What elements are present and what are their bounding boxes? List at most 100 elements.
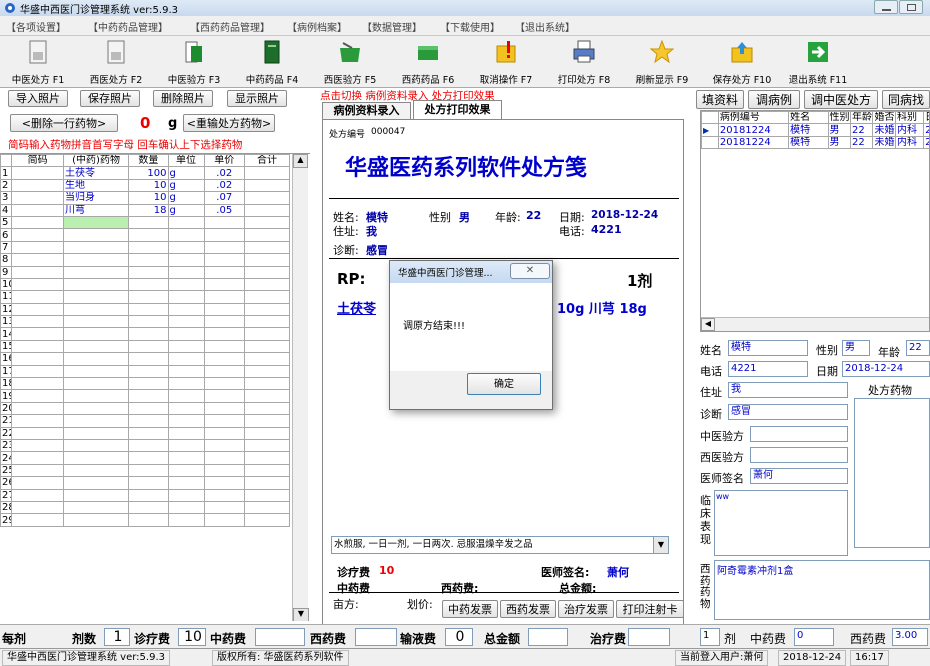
grid-cell[interactable]: [203, 401, 245, 416]
grid-cell[interactable]: [203, 290, 245, 304]
load-case-button[interactable]: 调病例: [748, 90, 800, 109]
table-row[interactable]: 3 当归身 10 g .07: [0, 191, 291, 205]
grid-cell[interactable]: [11, 265, 64, 279]
table-row[interactable]: 28: [0, 500, 291, 515]
grid-cell[interactable]: [243, 302, 291, 317]
grid-cell[interactable]: 10: [128, 191, 169, 205]
grid-cell[interactable]: [128, 426, 169, 441]
grid-cell[interactable]: [167, 451, 205, 465]
table-row[interactable]: 12: [0, 302, 291, 317]
menu-wm-drugs[interactable]: 【西药药品管理】: [190, 19, 270, 34]
grid-cell[interactable]: [128, 513, 169, 527]
toolbar-refresh[interactable]: 刷新显示 F9: [626, 36, 698, 88]
grid-cell[interactable]: [11, 451, 64, 465]
delete-photo-button[interactable]: 删除照片: [153, 90, 213, 107]
table-row[interactable]: 20181224 模特 男 22 未婚 内科 20: [701, 135, 929, 150]
menu-case-archive[interactable]: 【病例档案】: [287, 19, 347, 34]
grid-cell[interactable]: [167, 426, 205, 441]
diagnosis-field[interactable]: 感冒: [728, 404, 848, 420]
grid-cell[interactable]: [128, 215, 169, 230]
grid-cell[interactable]: [243, 377, 291, 391]
grid-cell[interactable]: [167, 277, 205, 292]
grid-cell[interactable]: [243, 414, 291, 428]
grid-cell[interactable]: 18: [128, 203, 169, 217]
grid-cell[interactable]: [203, 315, 245, 329]
grid-cell[interactable]: [167, 463, 205, 478]
grid-cell[interactable]: [62, 377, 130, 391]
grid-cell[interactable]: [203, 476, 245, 490]
grid-cell[interactable]: [243, 463, 291, 478]
grid-cell[interactable]: [11, 240, 64, 255]
grid-cell[interactable]: [243, 339, 291, 354]
grid-cell[interactable]: [11, 414, 64, 428]
right-wm-fee-field[interactable]: 3.00: [892, 628, 928, 646]
grid-cell[interactable]: [128, 265, 169, 279]
grid-cell[interactable]: [167, 339, 205, 354]
show-photo-button[interactable]: 显示照片: [227, 90, 287, 107]
rx-drugs-box[interactable]: [854, 398, 930, 548]
grid-cell[interactable]: g: [167, 166, 205, 180]
minimize-button[interactable]: [874, 0, 898, 14]
grid-cell[interactable]: [243, 389, 291, 403]
grid-cell[interactable]: [11, 364, 64, 379]
grid-cell[interactable]: [243, 228, 291, 242]
grid-cell[interactable]: [128, 315, 169, 329]
grid-cell[interactable]: [203, 339, 245, 354]
table-row[interactable]: 19: [0, 389, 291, 403]
toolbar-print[interactable]: 打印处方 F8: [548, 36, 620, 88]
grid-cell[interactable]: [62, 401, 130, 416]
table-row[interactable]: 29: [0, 513, 291, 527]
toolbar-wm-drugs[interactable]: 西药药品 F6: [392, 36, 464, 88]
table-row[interactable]: 8: [0, 253, 291, 267]
chevron-down-icon[interactable]: ▼: [653, 537, 668, 553]
grid-cell[interactable]: [11, 178, 64, 193]
grid-cell[interactable]: 当归身: [62, 191, 130, 205]
grid-cell[interactable]: [62, 488, 130, 502]
grid-cell[interactable]: [11, 327, 64, 341]
grid-cell[interactable]: [128, 339, 169, 354]
grid-cell[interactable]: 生地: [62, 178, 130, 193]
grid-cell[interactable]: [203, 352, 245, 366]
grid-cell[interactable]: .07: [203, 191, 245, 205]
grid-cell[interactable]: [167, 414, 205, 428]
grid-cell[interactable]: [243, 315, 291, 329]
toolbar-exit[interactable]: 退出系统 F11: [782, 36, 854, 88]
grid-cell[interactable]: [167, 438, 205, 453]
grid-cell[interactable]: [128, 277, 169, 292]
grid-cell[interactable]: .02: [203, 178, 245, 193]
toolbar-cancel[interactable]: 取消操作 F7: [470, 36, 542, 88]
tab-case-entry[interactable]: 病例资料录入: [322, 102, 411, 119]
grid-cell[interactable]: [167, 228, 205, 242]
wm-drugs-box[interactable]: 阿奇霉素冲剂1盒: [714, 560, 930, 620]
case-table[interactable]: 病例编号 姓名 性别 年龄 婚否 科别 日 ▶ 20181224 模特 男 22…: [701, 111, 929, 150]
grid-cell[interactable]: [11, 339, 64, 354]
grid-cell[interactable]: [11, 215, 64, 230]
menu-download[interactable]: 【下载使用】: [440, 19, 500, 34]
grid-cell[interactable]: [243, 364, 291, 379]
grid-cell[interactable]: [243, 438, 291, 453]
grid-cell[interactable]: [128, 228, 169, 242]
grid-cell[interactable]: [203, 277, 245, 292]
grid-cell[interactable]: [62, 277, 130, 292]
fill-info-button[interactable]: 填资料: [696, 90, 744, 109]
grid-cell[interactable]: [203, 364, 245, 379]
patient-date-field[interactable]: 2018-12-24: [842, 361, 930, 377]
table-row[interactable]: 26: [0, 476, 291, 490]
grid-cell[interactable]: [11, 203, 64, 217]
table-row[interactable]: 24: [0, 451, 291, 465]
reenter-button[interactable]: <重输处方药物>: [183, 114, 275, 132]
scroll-down-icon[interactable]: ▼: [293, 608, 309, 621]
wm-fee-field[interactable]: [355, 628, 397, 646]
grid-cell[interactable]: [243, 488, 291, 502]
grid-cell[interactable]: [11, 513, 64, 527]
grid-cell[interactable]: [243, 277, 291, 292]
grid-cell[interactable]: [62, 426, 130, 441]
import-photo-button[interactable]: 导入照片: [8, 90, 68, 107]
grid-cell[interactable]: [11, 389, 64, 403]
grid-cell[interactable]: [203, 265, 245, 279]
grid-cell[interactable]: [203, 488, 245, 502]
grid-cell[interactable]: [203, 414, 245, 428]
delete-row-button[interactable]: <删除一行药物>: [10, 114, 118, 132]
grid-cell[interactable]: [203, 228, 245, 242]
table-row[interactable]: 25: [0, 463, 291, 478]
